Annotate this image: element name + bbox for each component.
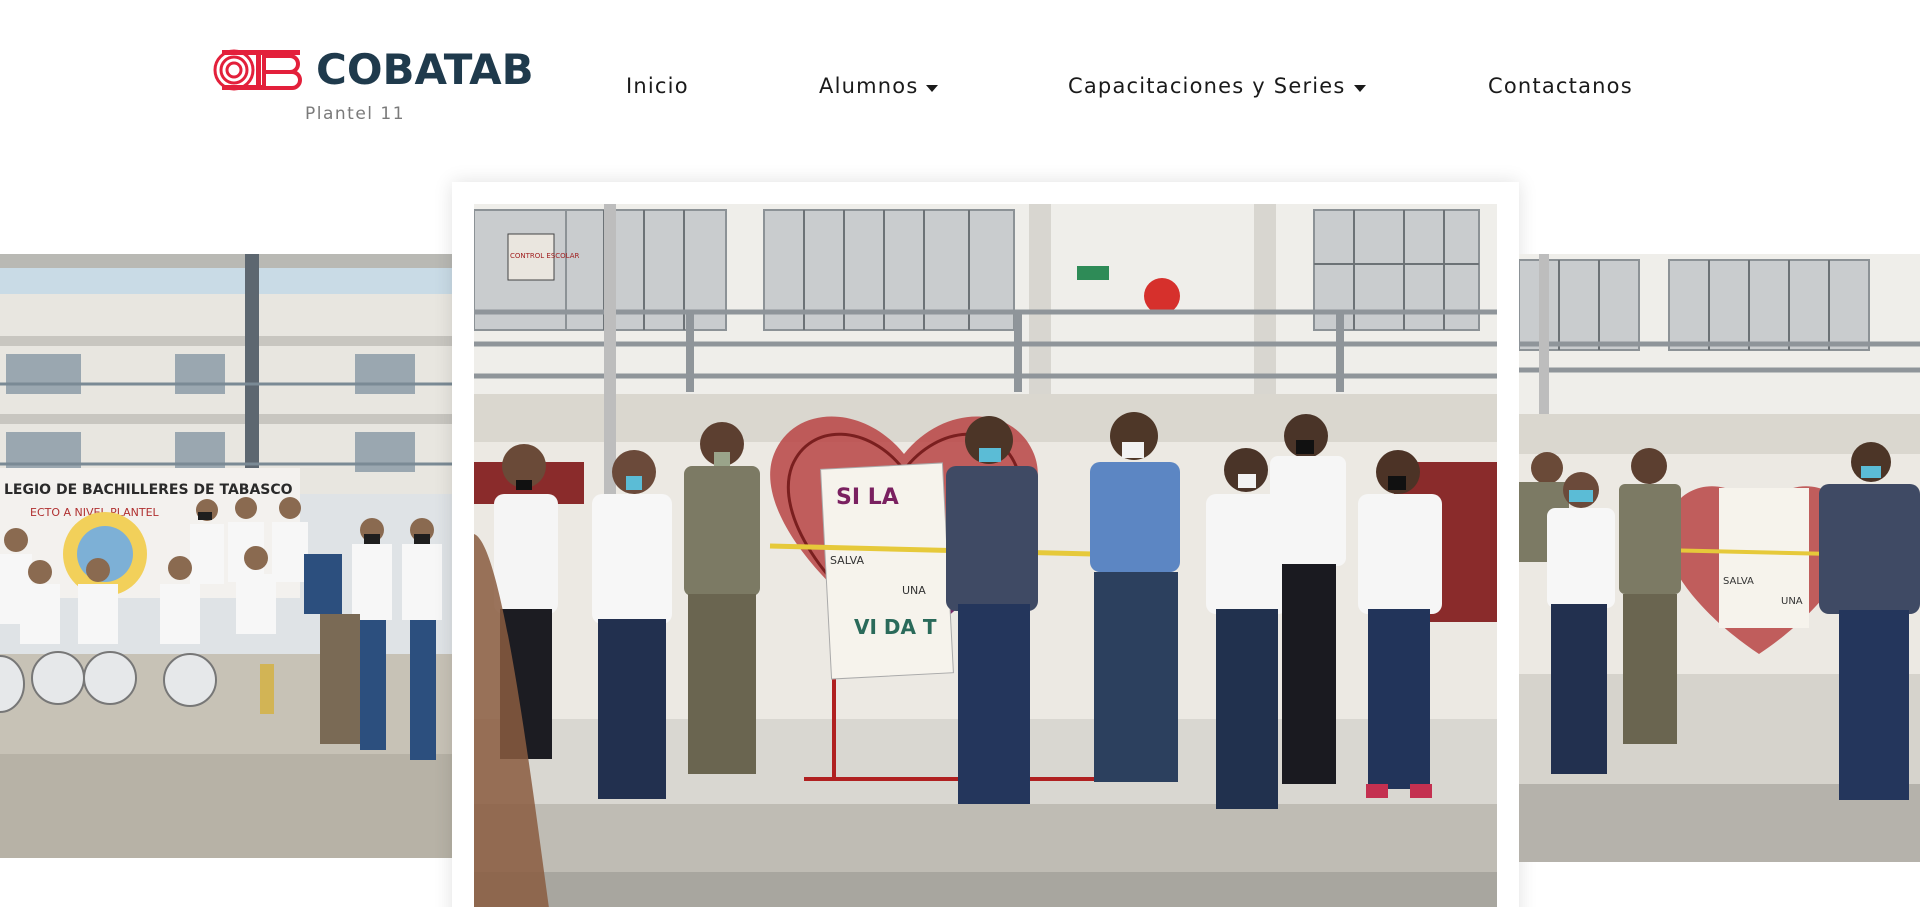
carousel-slide-previous[interactable]: LEGIO DE BACHILLERES DE TABASCO ECTO A N… <box>0 254 452 858</box>
carousel-slide-next[interactable]: SALVA UNA <box>1519 254 1920 862</box>
poster-word: VI DA T <box>854 615 937 639</box>
slide-photo-ribbon-cutting: CONTROL ESCOLAR SI LA SALVA UNA VI DA T <box>474 204 1497 907</box>
caret-down-icon <box>926 84 939 92</box>
poster-word: UNA <box>902 584 926 597</box>
carousel-slide-active[interactable]: CONTROL ESCOLAR SI LA SALVA UNA VI DA T <box>474 204 1497 907</box>
nav-item-contactanos[interactable]: Contactanos <box>1488 72 1633 100</box>
poster-word: SALVA <box>1723 576 1754 587</box>
nav-item-label: Inicio <box>626 74 689 98</box>
nav-item-alumnos[interactable]: Alumnos <box>819 72 939 100</box>
nav-item-label: Capacitaciones y Series <box>1068 74 1346 98</box>
site-header: COBATAB Plantel 11 Inicio Alumnos Capaci… <box>0 0 1920 150</box>
brand-subtitle: Plantel 11 <box>305 104 406 124</box>
nav-item-label: Alumnos <box>819 74 919 98</box>
main-nav: Inicio Alumnos Capacitaciones y Series C… <box>0 72 1920 102</box>
slide-photo-band: LEGIO DE BACHILLERES DE TABASCO ECTO A N… <box>0 254 452 858</box>
nav-item-capacitaciones[interactable]: Capacitaciones y Series <box>1068 72 1366 100</box>
poster-word: UNA <box>1781 596 1803 607</box>
banner-title: LEGIO DE BACHILLERES DE TABASCO <box>4 482 293 498</box>
carousel-slide-active-frame: CONTROL ESCOLAR SI LA SALVA UNA VI DA T <box>452 182 1519 907</box>
nav-item-label: Contactanos <box>1488 74 1633 98</box>
poster-word: SALVA <box>830 554 864 567</box>
caret-down-icon <box>1353 84 1366 92</box>
photo-carousel[interactable]: LEGIO DE BACHILLERES DE TABASCO ECTO A N… <box>0 150 1920 907</box>
control-escolar-sign: CONTROL ESCOLAR <box>510 252 580 260</box>
poster-word: SI LA <box>836 485 899 510</box>
nav-item-inicio[interactable]: Inicio <box>626 72 689 100</box>
slide-photo-ribbon-cutting-next: SALVA UNA <box>1519 254 1920 862</box>
